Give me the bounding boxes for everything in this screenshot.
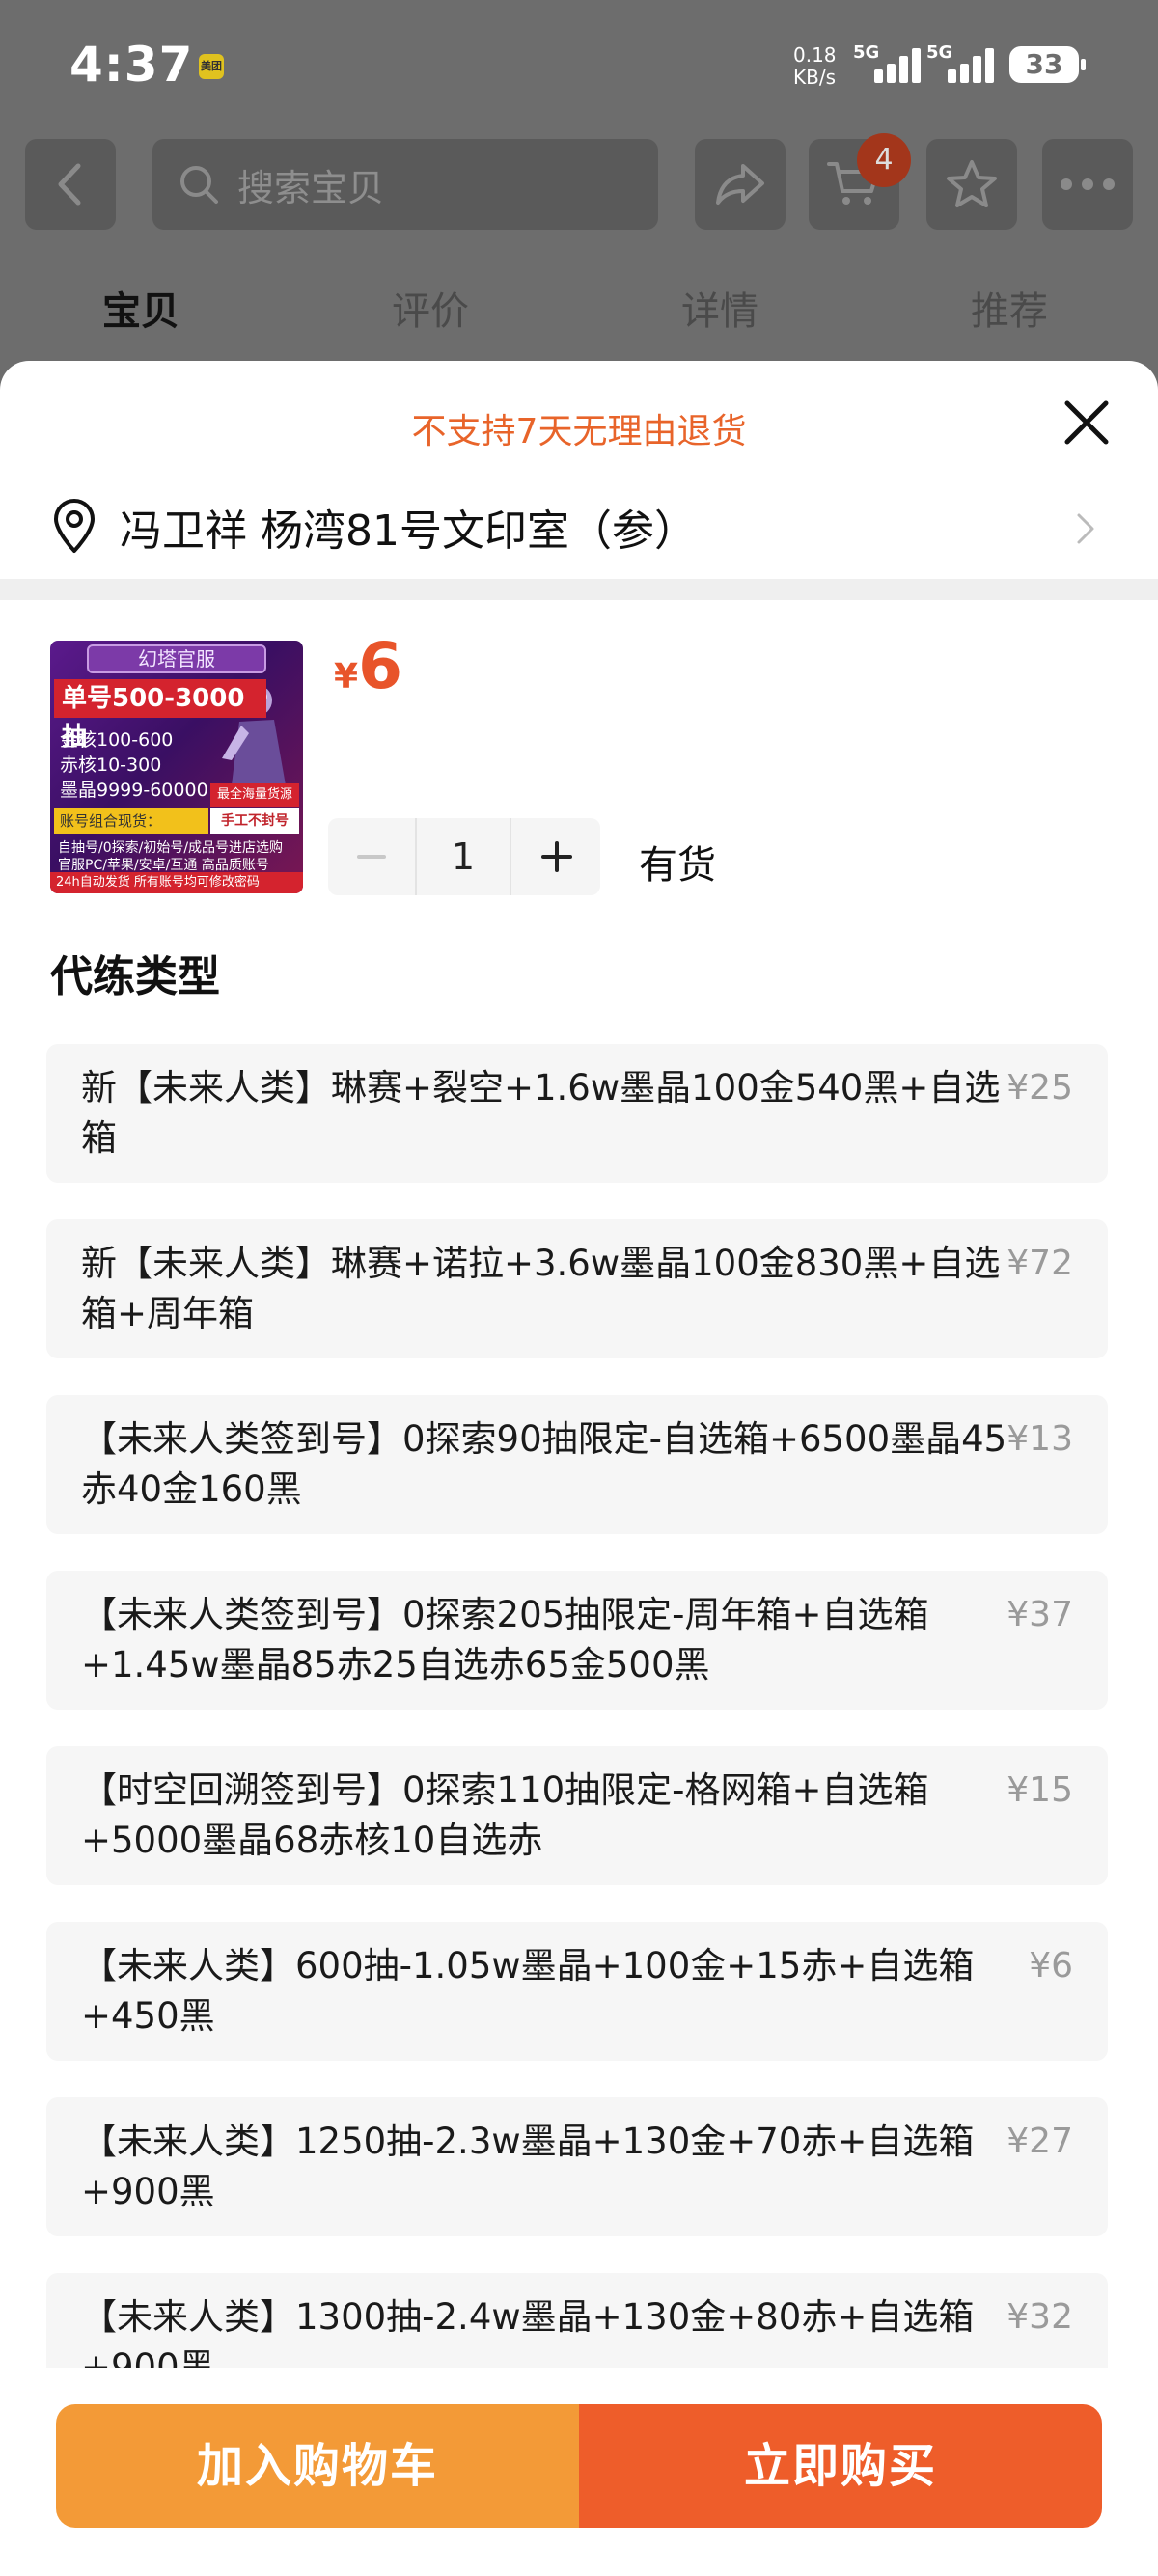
sku-selector-sheet: 不支持7天无理由退货 冯卫祥 杨湾81号文印室（参） 幻塔官服 单号500-30… bbox=[0, 361, 1158, 2576]
buy-now-button[interactable]: 立即购买 bbox=[579, 2404, 1102, 2528]
thumb-line: 赤核10-300 bbox=[60, 754, 162, 776]
address-row[interactable]: 冯卫祥 杨湾81号文印室（参） bbox=[0, 477, 1158, 577]
option-label: 【未来人类】1250抽-2.3w墨晶+130金+70赤+自选箱+900黑 bbox=[81, 2121, 975, 2212]
option-item[interactable]: 【未来人类】1300抽-2.4w墨晶+130金+80赤+自选箱+900黑 ¥32 bbox=[46, 2273, 1108, 2368]
decrement-button[interactable] bbox=[328, 818, 415, 895]
thumb-brand: 幻塔官服 bbox=[87, 644, 266, 673]
product-thumbnail[interactable]: 幻塔官服 单号500-3000抽 金核100-600 赤核10-300 墨晶99… bbox=[50, 641, 303, 893]
thumb-small-text: 自抽号/0探索/初始号/成品号进店选购 bbox=[58, 840, 284, 856]
option-price: ¥13 bbox=[1006, 1419, 1073, 1459]
thumb-bottom-text: 24h自动发货 所有账号均可修改密码 bbox=[50, 872, 303, 893]
signal-bar bbox=[912, 48, 921, 83]
top-nav: 搜索宝贝 4 bbox=[0, 133, 1158, 241]
share-button[interactable] bbox=[695, 139, 786, 230]
back-button[interactable] bbox=[25, 139, 116, 230]
thumb-small-text: 官服PC/苹果/安卓/互通 高品质账号 bbox=[58, 858, 269, 873]
option-item[interactable]: 【未来人类】1250抽-2.3w墨晶+130金+70赤+自选箱+900黑 ¥27 bbox=[46, 2097, 1108, 2236]
cart-count-badge: 4 bbox=[857, 133, 911, 187]
thumb-tag: 最全海量货源 bbox=[210, 783, 299, 807]
option-item[interactable]: 【未来人类签到号】0探索90抽限定-自选箱+6500墨晶45赤40金160黑 ¥… bbox=[46, 1395, 1108, 1534]
signal-bar bbox=[948, 69, 956, 83]
more-button[interactable] bbox=[1042, 139, 1133, 230]
signal-5g-icon: 5G bbox=[853, 42, 930, 83]
chevron-right-icon bbox=[1077, 513, 1094, 544]
close-icon bbox=[1064, 400, 1109, 445]
return-policy-notice: 不支持7天无理由退货 bbox=[411, 412, 747, 452]
option-label: 新【未来人类】琳赛+诺拉+3.6w墨晶100金830黑+自选箱+周年箱 bbox=[81, 1243, 1001, 1334]
signal-bar bbox=[960, 64, 969, 83]
quantity-value[interactable]: 1 bbox=[415, 818, 511, 895]
thumb-yellow-label: 账号组合现货： bbox=[54, 808, 208, 834]
signal-bar bbox=[874, 69, 883, 83]
option-list: 新【未来人类】琳赛+裂空+1.6w墨晶100金540黑+自选箱 ¥25 新【未来… bbox=[46, 1044, 1108, 2368]
action-bar: 加入购物车 立即购买 bbox=[56, 2404, 1102, 2528]
signal-label: 5G bbox=[853, 42, 880, 63]
option-price: ¥32 bbox=[1006, 2297, 1073, 2337]
option-item[interactable]: 【未来人类签到号】0探索205抽限定-周年箱+自选箱+1.45w墨晶85赤25自… bbox=[46, 1571, 1108, 1710]
thumb-tag: 手工不封号 bbox=[210, 808, 299, 834]
chevron-left-icon bbox=[58, 163, 81, 206]
location-pin-icon bbox=[54, 499, 95, 553]
option-item[interactable]: 【时空回溯签到号】0探索110抽限定-格网箱+自选箱+5000墨晶68赤核10自… bbox=[46, 1746, 1108, 1885]
net-speed-unit: KB/s bbox=[793, 66, 836, 89]
signal-bar bbox=[899, 56, 908, 83]
option-item[interactable]: 新【未来人类】琳赛+裂空+1.6w墨晶100金540黑+自选箱 ¥25 bbox=[46, 1044, 1108, 1183]
option-label: 【未来人类签到号】0探索205抽限定-周年箱+自选箱+1.45w墨晶85赤25自… bbox=[81, 1594, 929, 1685]
address-text: 冯卫祥 杨湾81号文印室（参） bbox=[120, 507, 697, 556]
thumb-line: 墨晶9999-60000 bbox=[60, 780, 208, 801]
stock-status: 有货 bbox=[639, 843, 716, 888]
option-label: 【未来人类】600抽-1.05w墨晶+100金+15赤+自选箱+450黑 bbox=[81, 1945, 975, 2037]
option-label: 新【未来人类】琳赛+裂空+1.6w墨晶100金540黑+自选箱 bbox=[81, 1067, 1001, 1159]
signal-bar bbox=[985, 48, 994, 83]
more-dots-icon bbox=[1061, 178, 1115, 190]
price-value: 6 bbox=[358, 629, 402, 703]
signal-bar bbox=[887, 64, 896, 83]
star-icon bbox=[947, 160, 997, 207]
search-input[interactable]: 搜索宝贝 bbox=[152, 139, 658, 230]
signal-bar bbox=[973, 56, 981, 83]
status-bar: 4:37 美团 0.18 KB/s 5G 5G 33 bbox=[0, 0, 1158, 135]
search-placeholder: 搜索宝贝 bbox=[237, 166, 385, 209]
price: ¥6 bbox=[334, 629, 402, 703]
thumb-line: 金核100-600 bbox=[60, 729, 174, 751]
section-title: 代练类型 bbox=[50, 952, 220, 1001]
option-price: ¥72 bbox=[1006, 1244, 1073, 1283]
option-label: 【未来人类签到号】0探索90抽限定-自选箱+6500墨晶45赤40金160黑 bbox=[81, 1418, 1007, 1510]
option-item[interactable]: 【未来人类】600抽-1.05w墨晶+100金+15赤+自选箱+450黑 ¥6 bbox=[46, 1922, 1108, 2061]
section-divider bbox=[0, 579, 1158, 600]
tab-recommend[interactable]: 推荐 bbox=[971, 280, 1048, 336]
status-time: 4:37 bbox=[69, 37, 194, 93]
favorite-button[interactable] bbox=[926, 139, 1017, 230]
meituan-badge-icon: 美团 bbox=[199, 54, 224, 79]
price-currency: ¥ bbox=[334, 657, 359, 697]
thumb-headline: 单号500-3000抽 bbox=[54, 679, 266, 752]
option-price: ¥6 bbox=[1029, 1946, 1073, 1986]
battery-icon: 33 bbox=[1009, 46, 1086, 83]
increment-button[interactable] bbox=[513, 818, 600, 895]
option-price: ¥25 bbox=[1006, 1068, 1073, 1108]
signal-label: 5G bbox=[926, 42, 953, 63]
share-icon bbox=[716, 164, 764, 205]
option-label: 【时空回溯签到号】0探索110抽限定-格网箱+自选箱+5000墨晶68赤核10自… bbox=[81, 1769, 929, 1861]
option-price: ¥15 bbox=[1006, 1770, 1073, 1810]
option-item[interactable]: 新【未来人类】琳赛+诺拉+3.6w墨晶100金830黑+自选箱+周年箱 ¥72 bbox=[46, 1219, 1108, 1358]
net-speed: 0.18 KB/s bbox=[793, 44, 837, 89]
tab-baobei[interactable]: 宝贝 bbox=[102, 280, 179, 336]
tab-reviews[interactable]: 评价 bbox=[392, 280, 469, 336]
signal-5g-icon: 5G bbox=[926, 42, 1004, 83]
add-to-cart-button[interactable]: 加入购物车 bbox=[56, 2404, 579, 2528]
search-icon bbox=[180, 166, 218, 204]
minus-icon bbox=[357, 855, 386, 859]
option-price: ¥37 bbox=[1006, 1595, 1073, 1634]
net-speed-value: 0.18 bbox=[793, 43, 837, 67]
close-button[interactable] bbox=[1058, 394, 1116, 452]
tab-bar: 宝贝 评价 详情 推荐 bbox=[0, 270, 1158, 347]
option-label: 【未来人类】1300抽-2.4w墨晶+130金+80赤+自选箱+900黑 bbox=[81, 2296, 975, 2368]
quantity-stepper: 1 bbox=[328, 818, 600, 895]
plus-icon bbox=[541, 841, 572, 872]
cart-button[interactable]: 4 bbox=[809, 133, 911, 230]
tab-details[interactable]: 详情 bbox=[681, 280, 758, 336]
option-price: ¥27 bbox=[1006, 2122, 1073, 2161]
